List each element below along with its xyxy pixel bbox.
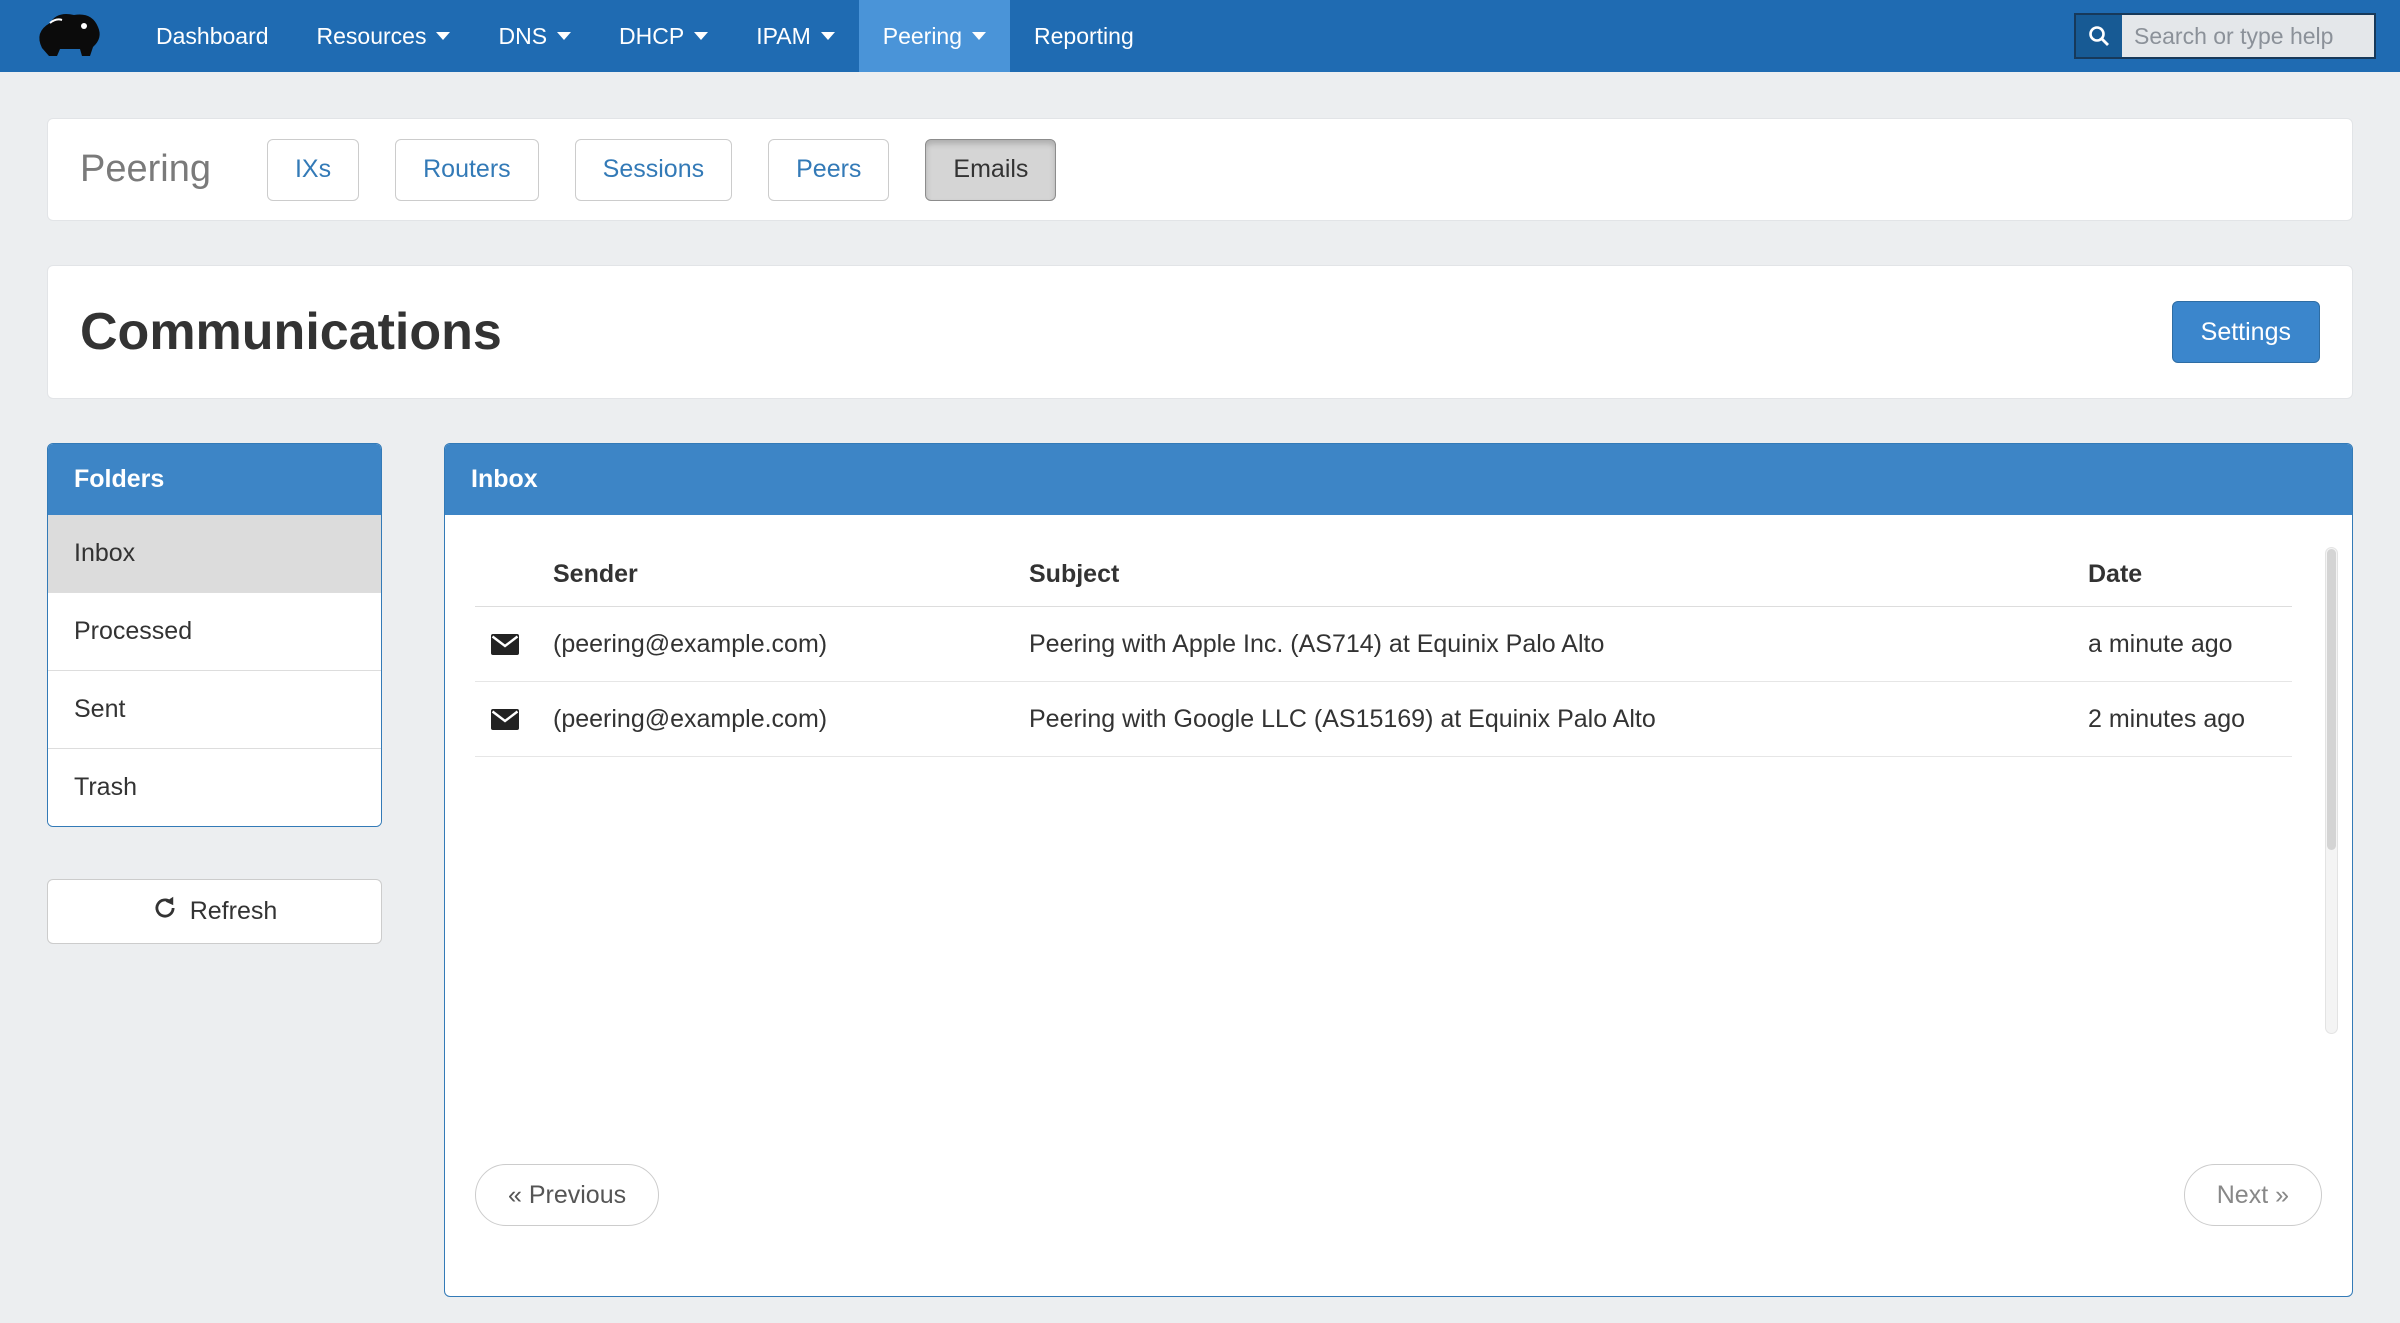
folders-panel-title: Folders — [48, 444, 381, 515]
main-content: Folders Inbox Processed Sent Trash Refre… — [47, 443, 2353, 1297]
column-header-date: Date — [2088, 560, 2292, 589]
mail-sender: (peering@example.com) — [553, 630, 1029, 659]
nav-item-dhcp[interactable]: DHCP — [595, 0, 732, 72]
mail-row[interactable]: (peering@example.com) Peering with Googl… — [475, 682, 2292, 757]
mail-sender: (peering@example.com) — [553, 705, 1029, 734]
envelope-icon — [475, 634, 553, 655]
peering-subnav: Peering IXs Routers Sessions Peers Email… — [47, 118, 2353, 221]
search-icon[interactable] — [2076, 15, 2122, 57]
settings-button[interactable]: Settings — [2172, 301, 2320, 363]
tab-routers[interactable]: Routers — [395, 139, 539, 201]
chevron-down-icon — [972, 32, 986, 40]
top-navbar: Dashboard Resources DNS DHCP IPAM Peerin… — [0, 0, 2400, 72]
folder-item-trash[interactable]: Trash — [48, 748, 381, 826]
nav-item-label: IPAM — [756, 23, 811, 50]
nav-item-dashboard[interactable]: Dashboard — [132, 0, 293, 72]
chevron-down-icon — [436, 32, 450, 40]
nav-item-label: DHCP — [619, 23, 684, 50]
main-navigation: Dashboard Resources DNS DHCP IPAM Peerin… — [132, 0, 1158, 72]
mail-table: Sender Subject Date (peering@example.com… — [475, 543, 2292, 757]
refresh-button-label: Refresh — [190, 897, 278, 926]
global-search — [2074, 13, 2376, 59]
column-header-subject: Subject — [1029, 560, 2088, 589]
folder-item-processed[interactable]: Processed — [48, 592, 381, 670]
inbox-panel: Inbox Sender Subject Date (pee — [444, 443, 2353, 1297]
nav-item-label: DNS — [498, 23, 547, 50]
nav-item-ipam[interactable]: IPAM — [732, 0, 859, 72]
folders-column: Folders Inbox Processed Sent Trash Refre… — [47, 443, 382, 944]
nav-item-resources[interactable]: Resources — [293, 0, 475, 72]
nav-item-label: Peering — [883, 23, 962, 50]
chevron-down-icon — [694, 32, 708, 40]
app-logo[interactable] — [30, 0, 104, 72]
tab-ixs[interactable]: IXs — [267, 139, 359, 201]
nav-item-peering[interactable]: Peering — [859, 0, 1010, 72]
page-title: Communications — [80, 302, 502, 362]
mail-table-header: Sender Subject Date — [475, 543, 2292, 607]
nav-item-label: Resources — [317, 23, 427, 50]
inbox-body: Sender Subject Date (peering@example.com… — [445, 515, 2352, 1296]
previous-page-button[interactable]: « Previous — [475, 1164, 659, 1226]
chevron-down-icon — [821, 32, 835, 40]
mail-date: a minute ago — [2088, 630, 2292, 659]
envelope-icon — [475, 709, 553, 730]
tab-emails[interactable]: Emails — [925, 139, 1056, 201]
boar-logo-icon — [30, 8, 104, 65]
nav-item-reporting[interactable]: Reporting — [1010, 0, 1158, 72]
mail-row[interactable]: (peering@example.com) Peering with Apple… — [475, 607, 2292, 682]
refresh-button[interactable]: Refresh — [47, 879, 382, 944]
refresh-icon — [152, 895, 178, 928]
tab-peers[interactable]: Peers — [768, 139, 889, 201]
next-page-button[interactable]: Next » — [2184, 1164, 2322, 1226]
chevron-down-icon — [557, 32, 571, 40]
inbox-scrollbar[interactable] — [2325, 547, 2338, 1034]
nav-item-label: Dashboard — [156, 23, 269, 50]
folder-item-sent[interactable]: Sent — [48, 670, 381, 748]
mail-subject: Peering with Apple Inc. (AS714) at Equin… — [1029, 630, 2088, 659]
folders-panel: Folders Inbox Processed Sent Trash — [47, 443, 382, 827]
page-header: Communications Settings — [47, 265, 2353, 399]
pagination: « Previous Next » — [475, 1164, 2322, 1226]
mail-subject: Peering with Google LLC (AS15169) at Equ… — [1029, 705, 2088, 734]
subnav-title: Peering — [80, 148, 211, 191]
inbox-scrollbar-thumb[interactable] — [2327, 549, 2336, 850]
nav-item-label: Reporting — [1034, 23, 1134, 50]
mail-date: 2 minutes ago — [2088, 705, 2292, 734]
tab-sessions[interactable]: Sessions — [575, 139, 732, 201]
search-input[interactable] — [2122, 15, 2374, 57]
inbox-panel-title: Inbox — [445, 444, 2352, 515]
column-header-sender: Sender — [553, 560, 1029, 589]
folder-item-inbox[interactable]: Inbox — [48, 515, 381, 592]
nav-item-dns[interactable]: DNS — [474, 0, 595, 72]
